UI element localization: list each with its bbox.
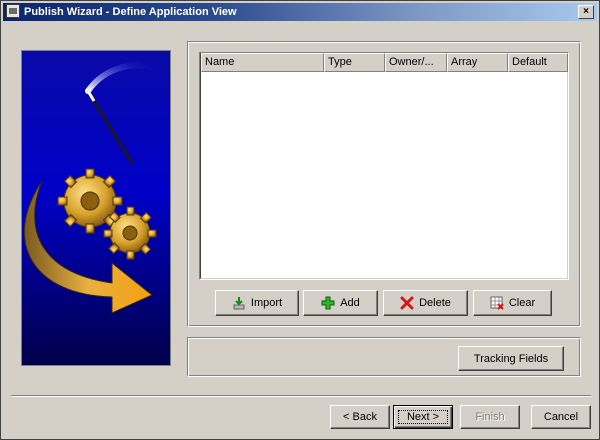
wizard-window: Publish Wizard - Define Application View…: [0, 0, 600, 440]
back-button[interactable]: < Back: [330, 405, 390, 429]
column-header-name[interactable]: Name: [201, 53, 324, 72]
title-bar[interactable]: Publish Wizard - Define Application View…: [3, 3, 597, 21]
window-title: Publish Wizard - Define Application View: [24, 6, 237, 18]
next-button[interactable]: Next >: [393, 405, 453, 429]
app-icon: [6, 4, 20, 18]
column-header-owner[interactable]: Owner/...: [385, 53, 447, 72]
import-button[interactable]: Import: [215, 290, 299, 316]
finish-button[interactable]: Finish: [460, 405, 520, 429]
delete-x-icon: [400, 296, 414, 310]
wizard-banner-image: [21, 50, 171, 366]
import-icon: [232, 296, 246, 310]
clear-label: Clear: [508, 297, 536, 309]
plus-icon: [321, 296, 335, 310]
import-label: Import: [250, 297, 283, 309]
close-button[interactable]: ×: [578, 5, 594, 19]
add-label: Add: [340, 297, 360, 309]
footer-separator: [11, 395, 591, 397]
focus-ring: [398, 410, 448, 424]
delete-label: Delete: [419, 297, 451, 309]
clear-grid-icon: [490, 296, 504, 310]
cancel-button[interactable]: Cancel: [531, 405, 591, 429]
clear-button[interactable]: Clear: [473, 290, 552, 316]
fields-table[interactable]: Name Type Owner/... Array Default: [199, 52, 569, 280]
tracking-fields-button[interactable]: Tracking Fields: [458, 346, 564, 371]
column-header-type[interactable]: Type: [324, 53, 385, 72]
delete-button[interactable]: Delete: [383, 290, 468, 316]
column-header-array[interactable]: Array: [447, 53, 508, 72]
column-header-default[interactable]: Default: [508, 53, 568, 72]
add-button[interactable]: Add: [303, 290, 378, 316]
